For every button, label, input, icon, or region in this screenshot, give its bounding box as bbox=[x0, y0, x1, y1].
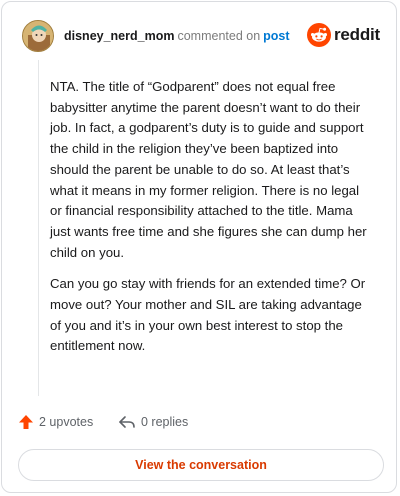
reddit-logo-icon bbox=[306, 23, 331, 47]
replies-count: 0 replies bbox=[141, 415, 189, 429]
reply-arrow-icon bbox=[119, 416, 135, 428]
reddit-logo[interactable]: reddit bbox=[306, 22, 380, 48]
view-conversation-button[interactable]: View the conversation bbox=[18, 449, 384, 481]
post-link[interactable]: post bbox=[263, 29, 289, 43]
avatar[interactable] bbox=[22, 20, 54, 52]
commented-on-text: commented on bbox=[177, 29, 261, 43]
comment-paragraph: NTA. The title of “Godparent” does not e… bbox=[50, 79, 367, 260]
replies-button[interactable]: 0 replies bbox=[118, 414, 188, 430]
comment-body: NTA. The title of “Godparent” does not e… bbox=[50, 77, 374, 368]
thread-line bbox=[38, 60, 39, 396]
comment-actions: 2 upvotes 0 replies bbox=[18, 414, 378, 434]
username-link[interactable]: disney_nerd_mom bbox=[64, 29, 174, 43]
reddit-wordmark: reddit bbox=[333, 25, 380, 44]
upvote-arrow-icon bbox=[19, 415, 33, 429]
upvotes-button[interactable]: 2 upvotes bbox=[18, 414, 93, 430]
comment-meta: disney_nerd_mom commented on post bbox=[64, 28, 290, 44]
upvotes-count: 2 upvotes bbox=[39, 415, 94, 429]
comment-embed-card: disney_nerd_mom commented on post reddit N… bbox=[1, 1, 397, 493]
comment-header: disney_nerd_mom commented on post reddit bbox=[22, 18, 380, 58]
comment-paragraph: Can you go stay with friends for an exte… bbox=[50, 276, 366, 354]
